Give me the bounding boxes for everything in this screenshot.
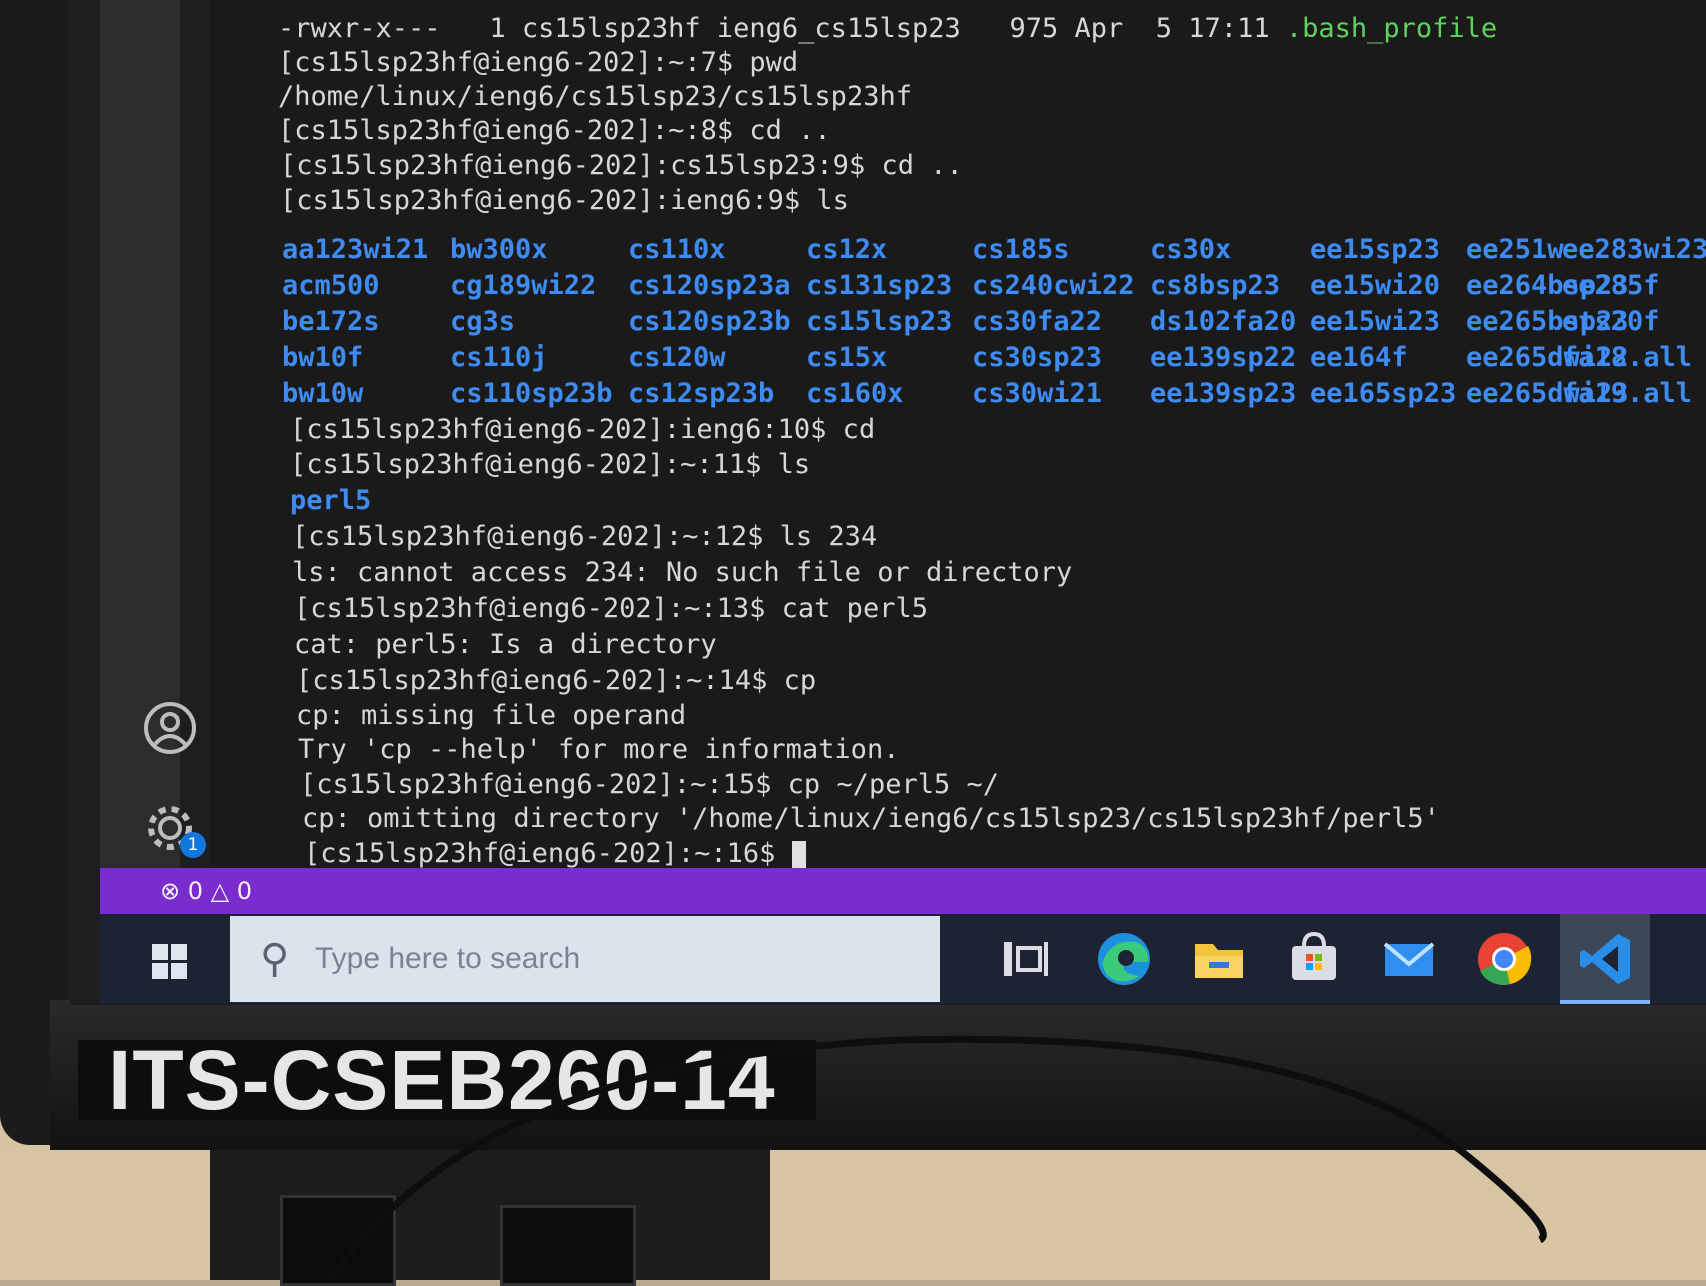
cable <box>327 1035 1547 1280</box>
